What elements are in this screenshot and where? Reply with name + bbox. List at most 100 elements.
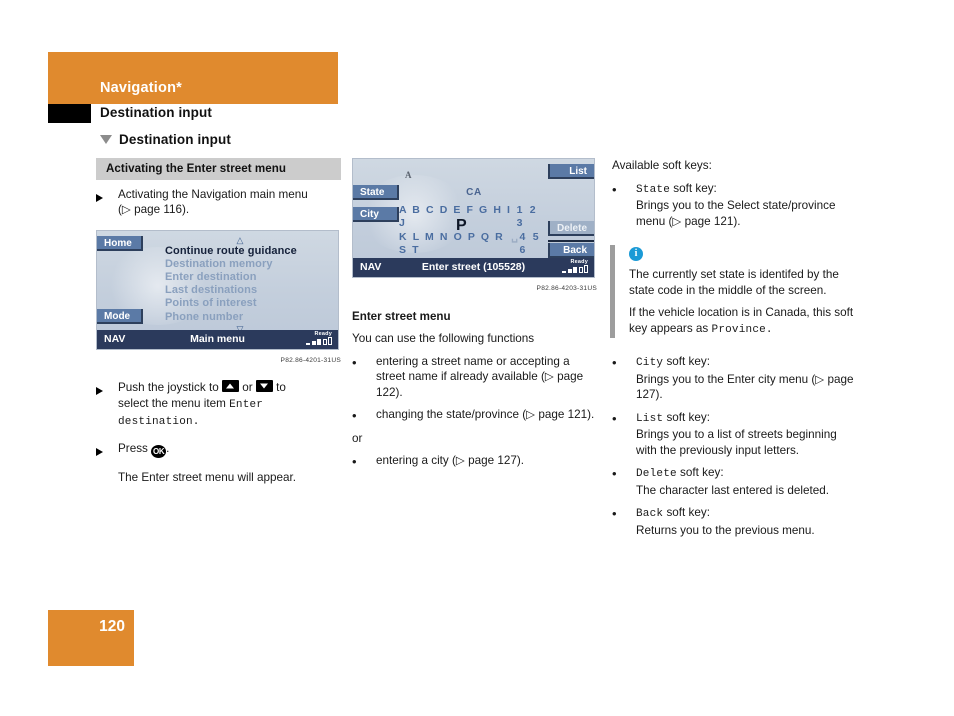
triangle-down-icon: [100, 135, 112, 144]
softkey-delete[interactable]: Delete: [548, 221, 594, 236]
softkey-name-back: Back: [636, 508, 664, 520]
signal-bars-icon: [306, 336, 332, 345]
step-result-text: The Enter street menu will appear.: [118, 471, 296, 484]
softkey-state[interactable]: State: [353, 185, 399, 200]
nav-screen-main-menu-figure: Home Mode △ Continue route guidance Dest…: [96, 229, 341, 369]
figure-caption: P82.86-4201-31US: [280, 356, 341, 364]
list-item-text: changing the state/province (▷ page 121)…: [376, 408, 595, 421]
list-item: • Back soft key: Returns you to the prev…: [612, 505, 860, 538]
menu-item-continue-route-guidance[interactable]: Continue route guidance: [165, 245, 315, 258]
page-number: 120: [99, 618, 125, 635]
bullet-icon: •: [612, 355, 617, 370]
menu-item-enter-destination[interactable]: Enter destination: [165, 271, 315, 284]
softkey-city[interactable]: City: [353, 207, 399, 222]
info-icon: i: [629, 247, 643, 261]
bullet-icon: •: [612, 181, 617, 197]
step-text: Press OK.: [118, 441, 341, 461]
softkey-mode[interactable]: Mode: [97, 308, 143, 324]
softkey-home[interactable]: Home: [97, 235, 143, 251]
keyboard-letters-2[interactable]: K L M N O P Q R S T: [399, 231, 511, 258]
page-title: Navigation*: [100, 80, 182, 96]
scroll-up-arrow-icon: △: [236, 234, 244, 245]
signal-indicator: Ready: [306, 331, 332, 345]
note-sidebar-rule: [610, 245, 615, 338]
softkey-suffix: soft key:: [663, 506, 710, 519]
bullet-icon: •: [352, 354, 357, 370]
header-banner: Navigation*: [48, 52, 338, 104]
bullet-icon: •: [612, 506, 617, 521]
subsection-heading: Destination input: [100, 132, 231, 147]
softkey-suffix: soft key:: [670, 181, 717, 195]
keyboard-numbers-2[interactable]: 4 5 6: [520, 231, 549, 258]
manual-page: Navigation* Destination input Destinatio…: [0, 0, 954, 716]
list-item: • City soft key: Brings you to the Enter…: [612, 354, 860, 403]
softkey-divider: [548, 240, 594, 242]
step-text-press: Press: [118, 441, 148, 455]
list-item-text: entering a city (▷ page 127).: [376, 454, 525, 467]
nav-screen-main-menu: Home Mode △ Continue route guidance Dest…: [96, 229, 339, 350]
menu-item-points-of-interest[interactable]: Points of interest: [165, 297, 315, 310]
keyboard-space-key[interactable]: ␣: [511, 231, 519, 258]
nav-status-bar: NAV Main menu Ready: [97, 329, 338, 349]
main-menu-list: △ Continue route guidance Destination me…: [165, 235, 315, 334]
step-text-line1: Activating the Navigation main menu: [118, 187, 308, 201]
softkey-list[interactable]: List: [548, 164, 594, 179]
menu-item-last-destinations[interactable]: Last destinations: [165, 284, 315, 297]
menu-item-phone-number[interactable]: Phone number: [165, 311, 315, 324]
step-text: Activating the Navigation main menu (▷ p…: [118, 187, 341, 218]
signal-indicator: Ready: [562, 259, 588, 273]
step-text-mono1: Enter: [229, 398, 264, 411]
softkey-description: Returns you to the previous menu.: [636, 523, 815, 537]
step-text-a: Push the joystick to: [118, 381, 219, 394]
softkey-description: Brings you to the Select state/province …: [636, 199, 836, 228]
figure-caption: P82.86-4203-31US: [536, 285, 597, 292]
list-item: • State soft key: Brings you to the Sele…: [612, 181, 860, 230]
status-title: Main menu: [190, 332, 245, 345]
softkey-suffix: soft key:: [676, 466, 724, 479]
nav-status-bar: NAV Enter street (105528) Ready: [353, 258, 594, 277]
step-text-mono2: destination.: [118, 416, 200, 428]
bullet-icon: •: [352, 408, 357, 423]
softkey-suffix: soft key:: [663, 355, 710, 368]
subsection-label: Destination input: [119, 132, 231, 147]
step-marker: [96, 380, 118, 431]
triangle-right-icon: [96, 387, 103, 395]
instruction-step: Press OK.: [96, 441, 341, 461]
ok-button-icon: OK: [151, 444, 167, 458]
step-text-c: to: [276, 381, 286, 394]
softkey-description: The character last entered is deleted.: [636, 483, 829, 497]
list-item: • entering a street name or accepting a …: [352, 354, 597, 401]
instruction-step: Activating the Navigation main menu (▷ p…: [96, 187, 341, 218]
nav-screen-enter-street: List State City Delete Back A CA A B C D…: [352, 158, 595, 278]
bullet-icon: •: [352, 454, 357, 469]
status-title: Enter street (105528): [421, 261, 526, 273]
state-code-label: CA: [466, 187, 482, 198]
list-item-text: State soft key: Brings you to the Select…: [636, 181, 860, 230]
softkey-name-city: City: [636, 357, 664, 369]
keyboard-numbers-1[interactable]: 1 2 3: [517, 204, 549, 231]
or-separator-text: or: [352, 431, 363, 445]
keyboard-row-1: A B C D E F G H I J 1 2 3: [399, 204, 549, 231]
info-note: i The currently set state is identifed b…: [610, 245, 860, 338]
list-item-text: entering a street name or accepting a st…: [376, 354, 584, 399]
softkey-description: Brings you to the Enter city menu (▷ pag…: [636, 372, 854, 402]
column-left: Activating the Enter street menu Activat…: [96, 158, 341, 486]
menu-item-destination-memory[interactable]: Destination memory: [165, 258, 315, 271]
joystick-up-icon: [221, 380, 239, 392]
keyboard-row-2: K L M N O P Q R S T ␣ 4 5 6: [399, 231, 549, 258]
list-item-text: City soft key: Brings you to the Enter c…: [636, 354, 860, 403]
step-text-d: select the menu item: [118, 396, 226, 410]
bullet-icon: •: [612, 410, 617, 426]
list-item: • entering a city (▷ page 127).: [352, 453, 597, 470]
softkey-description: Brings you to a list of streets beginnin…: [636, 428, 837, 457]
page-number-box: 120: [48, 610, 134, 666]
character-mode-icon: A: [405, 170, 412, 180]
joystick-down-icon: [255, 380, 273, 392]
softkey-suffix: soft key:: [663, 410, 710, 424]
step-text: Push the joystick to or to select the me…: [118, 380, 341, 431]
enter-street-heading: Enter street menu: [352, 309, 451, 323]
step-marker: [96, 187, 118, 218]
softkey-back[interactable]: Back: [548, 243, 594, 258]
bullet-icon: •: [612, 466, 617, 481]
softkey-name-list: List: [636, 412, 664, 425]
